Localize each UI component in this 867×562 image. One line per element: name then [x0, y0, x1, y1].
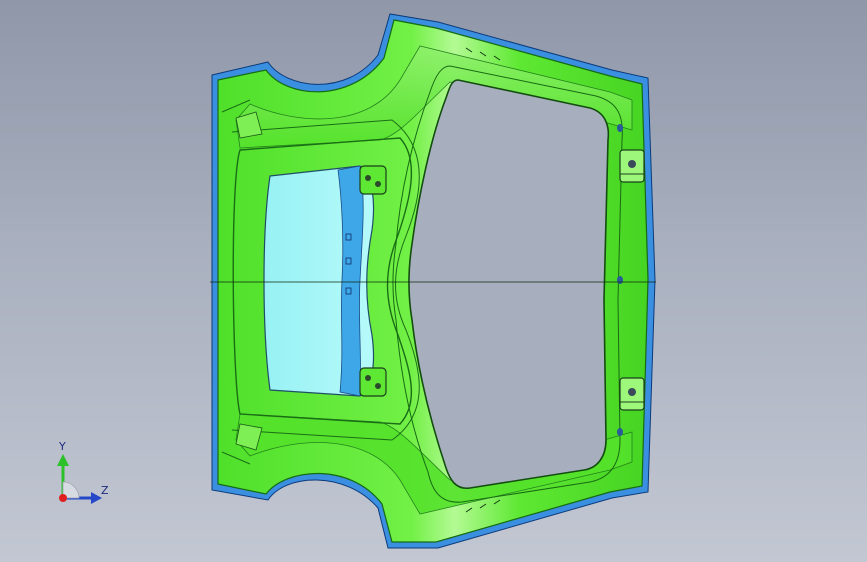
coordinate-triad-icon — [57, 454, 102, 504]
tailgate-model[interactable] — [0, 0, 867, 562]
z-axis-label: Z — [101, 484, 109, 497]
latch-bracket-top — [619, 149, 645, 183]
cad-viewport[interactable]: Y Z — [0, 0, 867, 562]
glass-hinge-bottom — [359, 367, 387, 397]
glass-hinge-top — [359, 165, 387, 195]
rear-opening — [408, 79, 610, 490]
latch-bracket-bottom — [619, 377, 645, 411]
y-axis-label: Y — [59, 440, 66, 453]
glass-edge-strip — [337, 165, 364, 397]
coordinate-triad: Y Z — [46, 438, 116, 508]
